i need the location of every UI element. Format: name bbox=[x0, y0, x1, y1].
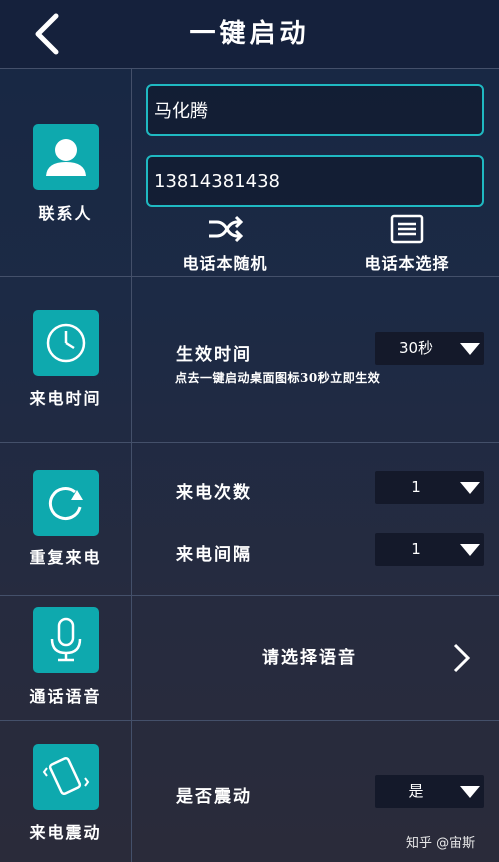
phonebook-select-label: 电话本选择 bbox=[364, 254, 450, 273]
call-time-label: 来电时间 bbox=[29, 389, 102, 408]
select-voice-button[interactable]: 请选择语音 bbox=[132, 596, 499, 720]
call-count-dropdown[interactable]: 1 bbox=[375, 471, 484, 504]
vibrate-icon-tile bbox=[33, 744, 99, 810]
call-time-icon-tile bbox=[33, 310, 99, 376]
call-count-label: 来电次数 bbox=[176, 483, 252, 503]
phonebook-select-button[interactable]: 电话本选择 bbox=[352, 214, 462, 274]
page-title: 一键启动 bbox=[189, 19, 310, 49]
vibrate-field-label: 是否震动 bbox=[176, 787, 252, 807]
divider bbox=[0, 442, 499, 443]
call-interval-label: 来电间隔 bbox=[176, 545, 252, 565]
effective-time-label: 生效时间 bbox=[176, 345, 252, 365]
chevron-right-icon bbox=[453, 643, 471, 673]
effective-time-value: 30秒 bbox=[398, 339, 434, 357]
phonebook-random-label: 电话本随机 bbox=[182, 254, 268, 273]
shuffle-icon bbox=[209, 215, 244, 243]
vibrate-dropdown[interactable]: 是 bbox=[375, 775, 484, 808]
dropdown-arrow-icon bbox=[460, 343, 480, 355]
clock-icon bbox=[46, 323, 86, 363]
dropdown-arrow-icon bbox=[460, 786, 480, 798]
microphone-icon bbox=[50, 617, 82, 662]
list-icon bbox=[390, 214, 424, 244]
repeat-icon bbox=[48, 487, 83, 520]
divider bbox=[0, 276, 499, 277]
watermark: 知乎 @宙斯 bbox=[406, 836, 476, 851]
phonebook-random-button[interactable]: 电话本随机 bbox=[170, 214, 280, 274]
phone-number-field[interactable] bbox=[146, 155, 484, 207]
dropdown-arrow-icon bbox=[460, 482, 480, 494]
repeat-label: 重复来电 bbox=[29, 548, 102, 567]
dropdown-arrow-icon bbox=[460, 544, 480, 556]
header-bar: 一键启动 bbox=[0, 0, 499, 68]
person-icon bbox=[46, 139, 86, 176]
divider bbox=[0, 68, 499, 69]
contact-label: 联系人 bbox=[38, 204, 93, 223]
voice-icon-tile bbox=[33, 607, 99, 673]
vibrate-value: 是 bbox=[408, 782, 424, 800]
select-voice-label: 请选择语音 bbox=[262, 648, 357, 668]
contact-name-field[interactable] bbox=[146, 84, 484, 136]
column-divider bbox=[131, 69, 132, 862]
divider bbox=[0, 720, 499, 721]
voice-label: 通话语音 bbox=[29, 687, 102, 706]
call-interval-dropdown[interactable]: 1 bbox=[375, 533, 484, 566]
call-time-hint: 点去一键启动桌面图标30秒立即生效 bbox=[175, 371, 381, 385]
vibrate-label: 来电震动 bbox=[29, 823, 102, 842]
call-count-value: 1 bbox=[411, 478, 421, 496]
vibrate-phone-icon bbox=[42, 757, 90, 795]
contact-icon-tile bbox=[33, 124, 99, 190]
call-interval-value: 1 bbox=[411, 540, 421, 558]
repeat-icon-tile bbox=[33, 470, 99, 536]
effective-time-dropdown[interactable]: 30秒 bbox=[375, 332, 484, 365]
